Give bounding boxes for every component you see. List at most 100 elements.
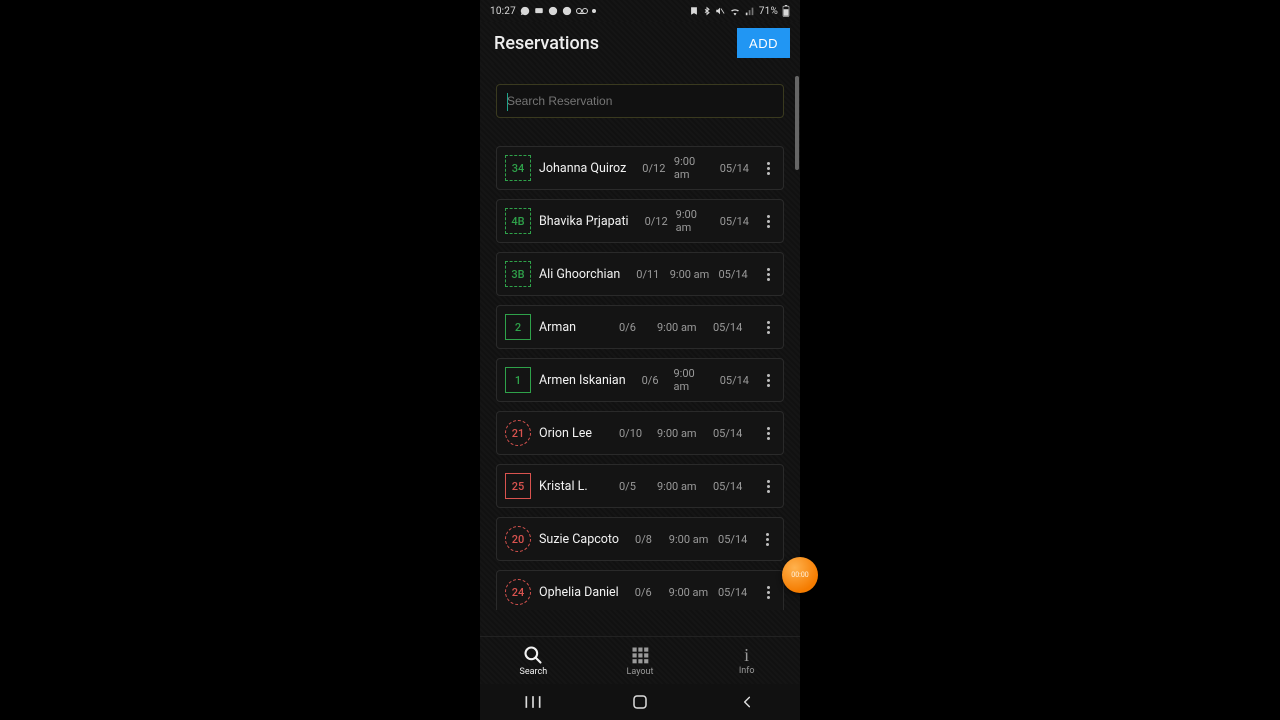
reservation-name: Bhavika Prjapati [539,214,629,229]
search-icon [523,645,543,665]
nav-back[interactable] [717,694,777,710]
reservation-name: Ophelia Daniel [539,585,619,600]
tab-label: Search [520,667,548,677]
grid-icon [630,645,650,665]
more-options-icon[interactable] [757,146,779,190]
reservation-date: 05/14 [718,533,749,546]
more-options-icon[interactable] [757,570,779,610]
facebook-icon [562,6,572,16]
table-number-badge: 1 [505,367,531,393]
mute-icon [715,6,725,16]
status-right: 71% [689,5,790,17]
screen-record-bubble[interactable]: 00:00 [782,557,818,593]
bluetooth-icon [703,6,711,16]
table-number-badge: 34 [505,155,531,181]
reservation-time: 9:00 am [669,533,710,546]
battery-text: 71% [759,6,778,17]
reservation-date: 05/14 [713,427,749,440]
party-count: 0/6 [619,321,649,334]
reservation-row[interactable]: 3BAli Ghoorchian0/119:00 am05/14 [496,252,784,296]
reservation-name: Arman [539,320,576,335]
reservation-date: 05/14 [713,321,749,334]
android-nav-bar [480,684,800,720]
reservation-name: Armen Iskanian [539,373,626,388]
reservation-time: 9:00 am [670,268,711,281]
reservation-time: 9:00 am [657,427,705,440]
page-title: Reservations [494,33,599,54]
add-button[interactable]: ADD [737,28,790,58]
more-options-icon[interactable] [757,305,779,349]
reservation-list: 34 Johanna Quiroz 0/12 9:00 am 05/14 4B Bhavik… [496,146,784,610]
reservation-time: 9:00 am [674,367,712,393]
reservation-name: Suzie Capcoto [539,532,619,547]
nav-recents[interactable] [503,694,563,710]
reservation-name: Orion Lee [539,426,592,441]
party-count: 0/6 [642,374,666,387]
app-update-icon [689,6,699,16]
table-number-badge: 4B [505,208,531,234]
party-count: 0/8 [635,533,661,546]
more-options-icon[interactable] [757,517,779,561]
content-area: 34 Johanna Quiroz 0/12 9:00 am 05/14 4B Bhavik… [480,64,800,636]
scrollbar-thumb[interactable] [795,76,799,170]
search-input[interactable] [507,94,773,108]
search-field-wrap[interactable] [496,84,784,118]
signal-icon [745,6,755,16]
message-icon [534,6,544,16]
reservation-time: 9:00 am [657,480,705,493]
tab-search[interactable]: Search [480,637,587,684]
table-number-badge: 25 [505,473,531,499]
reservation-row[interactable]: 2 Arman 0/6 9:00 am 05/14 [496,305,784,349]
table-number-badge: 2 [505,314,531,340]
tab-info[interactable]: i Info [693,637,800,684]
more-options-icon[interactable] [757,464,779,508]
battery-icon [782,5,790,17]
reservation-date: 05/14 [718,268,749,281]
reservation-row[interactable]: 1 Armen Iskanian 0/6 9:00 am 05/14 [496,358,784,402]
reservation-date: 05/14 [720,374,749,387]
phone-frame: 10:27 [480,0,800,720]
status-time: 10:27 [490,6,516,17]
reservation-name: Kristal L. [539,479,588,494]
tab-layout[interactable]: Layout [587,637,694,684]
more-options-icon[interactable] [757,199,779,243]
app-header: Reservations ADD [480,22,800,64]
reservation-row[interactable]: 34 Johanna Quiroz 0/12 9:00 am 05/14 [496,146,784,190]
reservation-row[interactable]: 4B Bhavika Prjapati 0/12 9:00 am 05/14 [496,199,784,243]
reservation-date: 05/14 [718,586,749,599]
reservation-row[interactable]: 24 Ophelia Daniel 0/6 9:00 am 05/14 [496,570,784,610]
reservation-name: Johanna Quiroz [539,161,626,176]
more-options-icon[interactable] [757,411,779,455]
reservation-row[interactable]: 20Suzie Capcoto0/89:00 am05/14 [496,517,784,561]
tab-label: Layout [627,667,654,677]
more-notifications-icon [592,9,596,13]
facebook-icon [548,6,558,16]
reservation-date: 05/14 [720,215,749,228]
tab-label: Info [739,666,755,676]
party-count: 0/10 [619,427,649,440]
reservation-time: 9:00 am [674,155,712,181]
voicemail-icon [576,7,588,15]
table-number-badge: 24 [505,579,531,605]
more-options-icon[interactable] [757,252,779,296]
party-count: 0/11 [636,268,661,281]
status-left: 10:27 [490,6,596,17]
reservation-date: 05/14 [720,162,749,175]
more-options-icon[interactable] [757,358,779,402]
reservation-time: 9:00 am [657,321,705,334]
reservation-row[interactable]: 21Orion Lee0/109:00 am05/14 [496,411,784,455]
bottom-tabs: Search Layout i Info [480,636,800,684]
party-count: 0/12 [642,162,666,175]
reservation-row[interactable]: 25 Kristal L. 0/5 9:00 am 05/14 [496,464,784,508]
party-count: 0/6 [635,586,661,599]
wifi-icon [729,6,741,16]
nav-home[interactable] [610,693,670,711]
party-count: 0/12 [645,215,668,228]
whatsapp-icon [520,6,530,16]
reservation-name: Ali Ghoorchian [539,267,620,282]
reservation-time: 9:00 am [669,586,710,599]
party-count: 0/5 [619,480,649,493]
reservation-date: 05/14 [713,480,749,493]
reservation-time: 9:00 am [676,208,712,234]
text-caret [507,93,508,111]
